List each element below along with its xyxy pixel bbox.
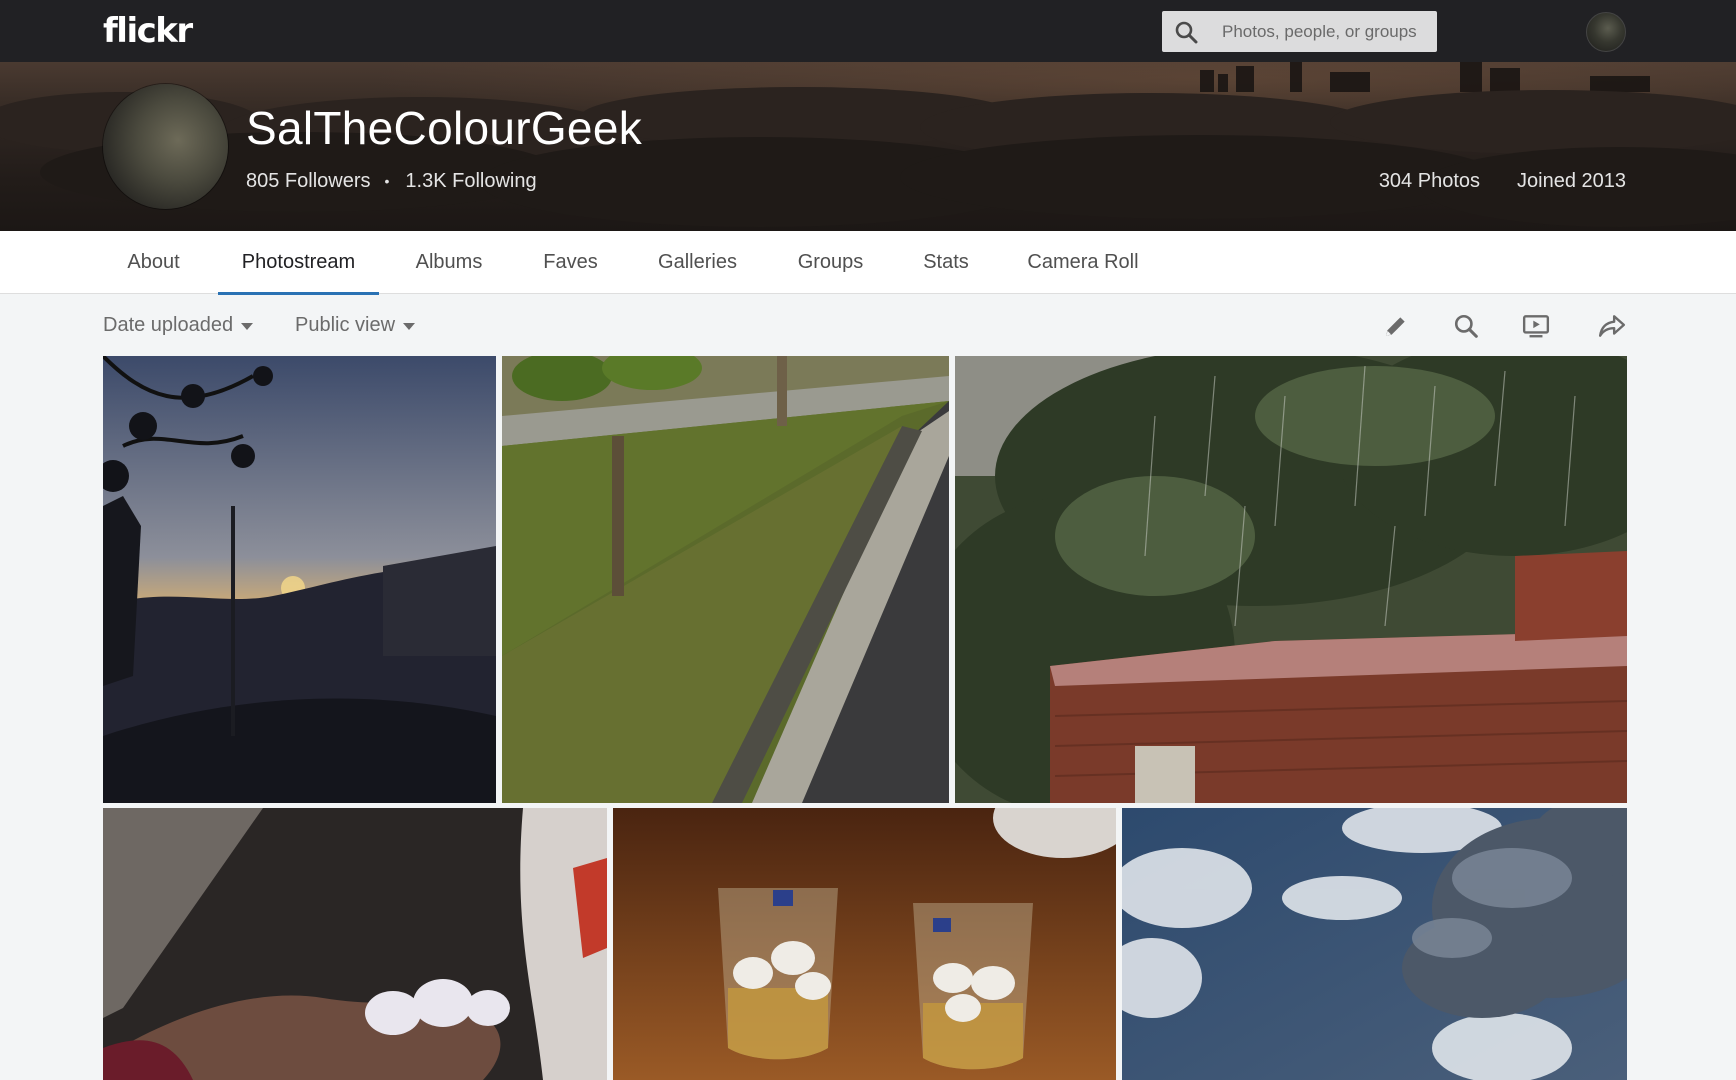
share-button[interactable] — [1595, 309, 1629, 343]
tab-stats[interactable]: Stats — [910, 231, 982, 294]
tab-photostream[interactable]: Photostream — [218, 231, 379, 295]
photo-image — [103, 356, 496, 803]
caret-down-icon — [403, 322, 416, 330]
followers-link[interactable]: 805 Followers — [246, 166, 371, 196]
tab-faves[interactable]: Faves — [528, 231, 613, 294]
tab-camera-roll[interactable]: Camera Roll — [1016, 231, 1150, 294]
tab-groups[interactable]: Groups — [783, 231, 878, 294]
tab-galleries[interactable]: Galleries — [645, 231, 750, 294]
photo-image — [502, 356, 949, 803]
view-label: Public view — [295, 314, 396, 336]
profile-tabs: About Photostream Albums Faves Galleries… — [0, 231, 1736, 295]
search-photostream-button[interactable] — [1449, 309, 1483, 343]
slideshow-icon — [1522, 315, 1550, 338]
profile-meta: 304 Photos Joined 2013 — [1379, 166, 1626, 196]
search-icon — [1454, 314, 1478, 338]
tab-about[interactable]: About — [103, 231, 204, 294]
follow-stats: 805 Followers • 1.3K Following — [246, 166, 537, 196]
photo-grass-curb[interactable] — [502, 356, 949, 803]
photo-rain-brick-wall[interactable] — [955, 356, 1627, 803]
search-box[interactable] — [1162, 11, 1437, 52]
profile-name: SalTheColourGeek — [246, 102, 643, 154]
photo-image — [955, 356, 1627, 803]
sort-dropdown[interactable]: Date uploaded — [103, 312, 254, 338]
photo-image — [613, 808, 1116, 1080]
top-navigation-bar: flickr — [0, 0, 1736, 62]
photo-hail-in-glasses[interactable] — [613, 808, 1116, 1080]
separator-dot: • — [384, 173, 390, 189]
caret-down-icon — [241, 322, 254, 330]
following-link[interactable]: 1.3K Following — [405, 166, 536, 196]
search-input[interactable] — [1222, 11, 1432, 52]
profile-avatar[interactable] — [103, 84, 228, 209]
edit-icon — [1386, 317, 1405, 336]
flickr-logo[interactable]: flickr — [103, 11, 193, 51]
user-avatar[interactable] — [1586, 12, 1626, 52]
tab-albums[interactable]: Albums — [402, 231, 496, 294]
photo-hail-in-hand[interactable] — [103, 808, 607, 1080]
photo-image — [103, 808, 607, 1080]
edit-button[interactable] — [1379, 309, 1413, 343]
slideshow-button[interactable] — [1519, 309, 1553, 343]
photo-cloudy-sky[interactable] — [1122, 808, 1627, 1080]
profile-cover: SalTheColourGeek 805 Followers • 1.3K Fo… — [0, 62, 1736, 231]
joined-date: Joined 2013 — [1517, 170, 1626, 192]
photo-image — [1122, 808, 1627, 1080]
photostream-toolbar: Date uploaded Public view — [0, 294, 1736, 356]
view-dropdown[interactable]: Public view — [295, 312, 416, 338]
search-icon[interactable] — [1174, 20, 1198, 44]
photo-count: 304 Photos — [1378, 170, 1481, 192]
share-icon — [1598, 315, 1626, 337]
sort-label: Date uploaded — [103, 314, 234, 336]
photo-sunset-street[interactable] — [103, 356, 496, 803]
